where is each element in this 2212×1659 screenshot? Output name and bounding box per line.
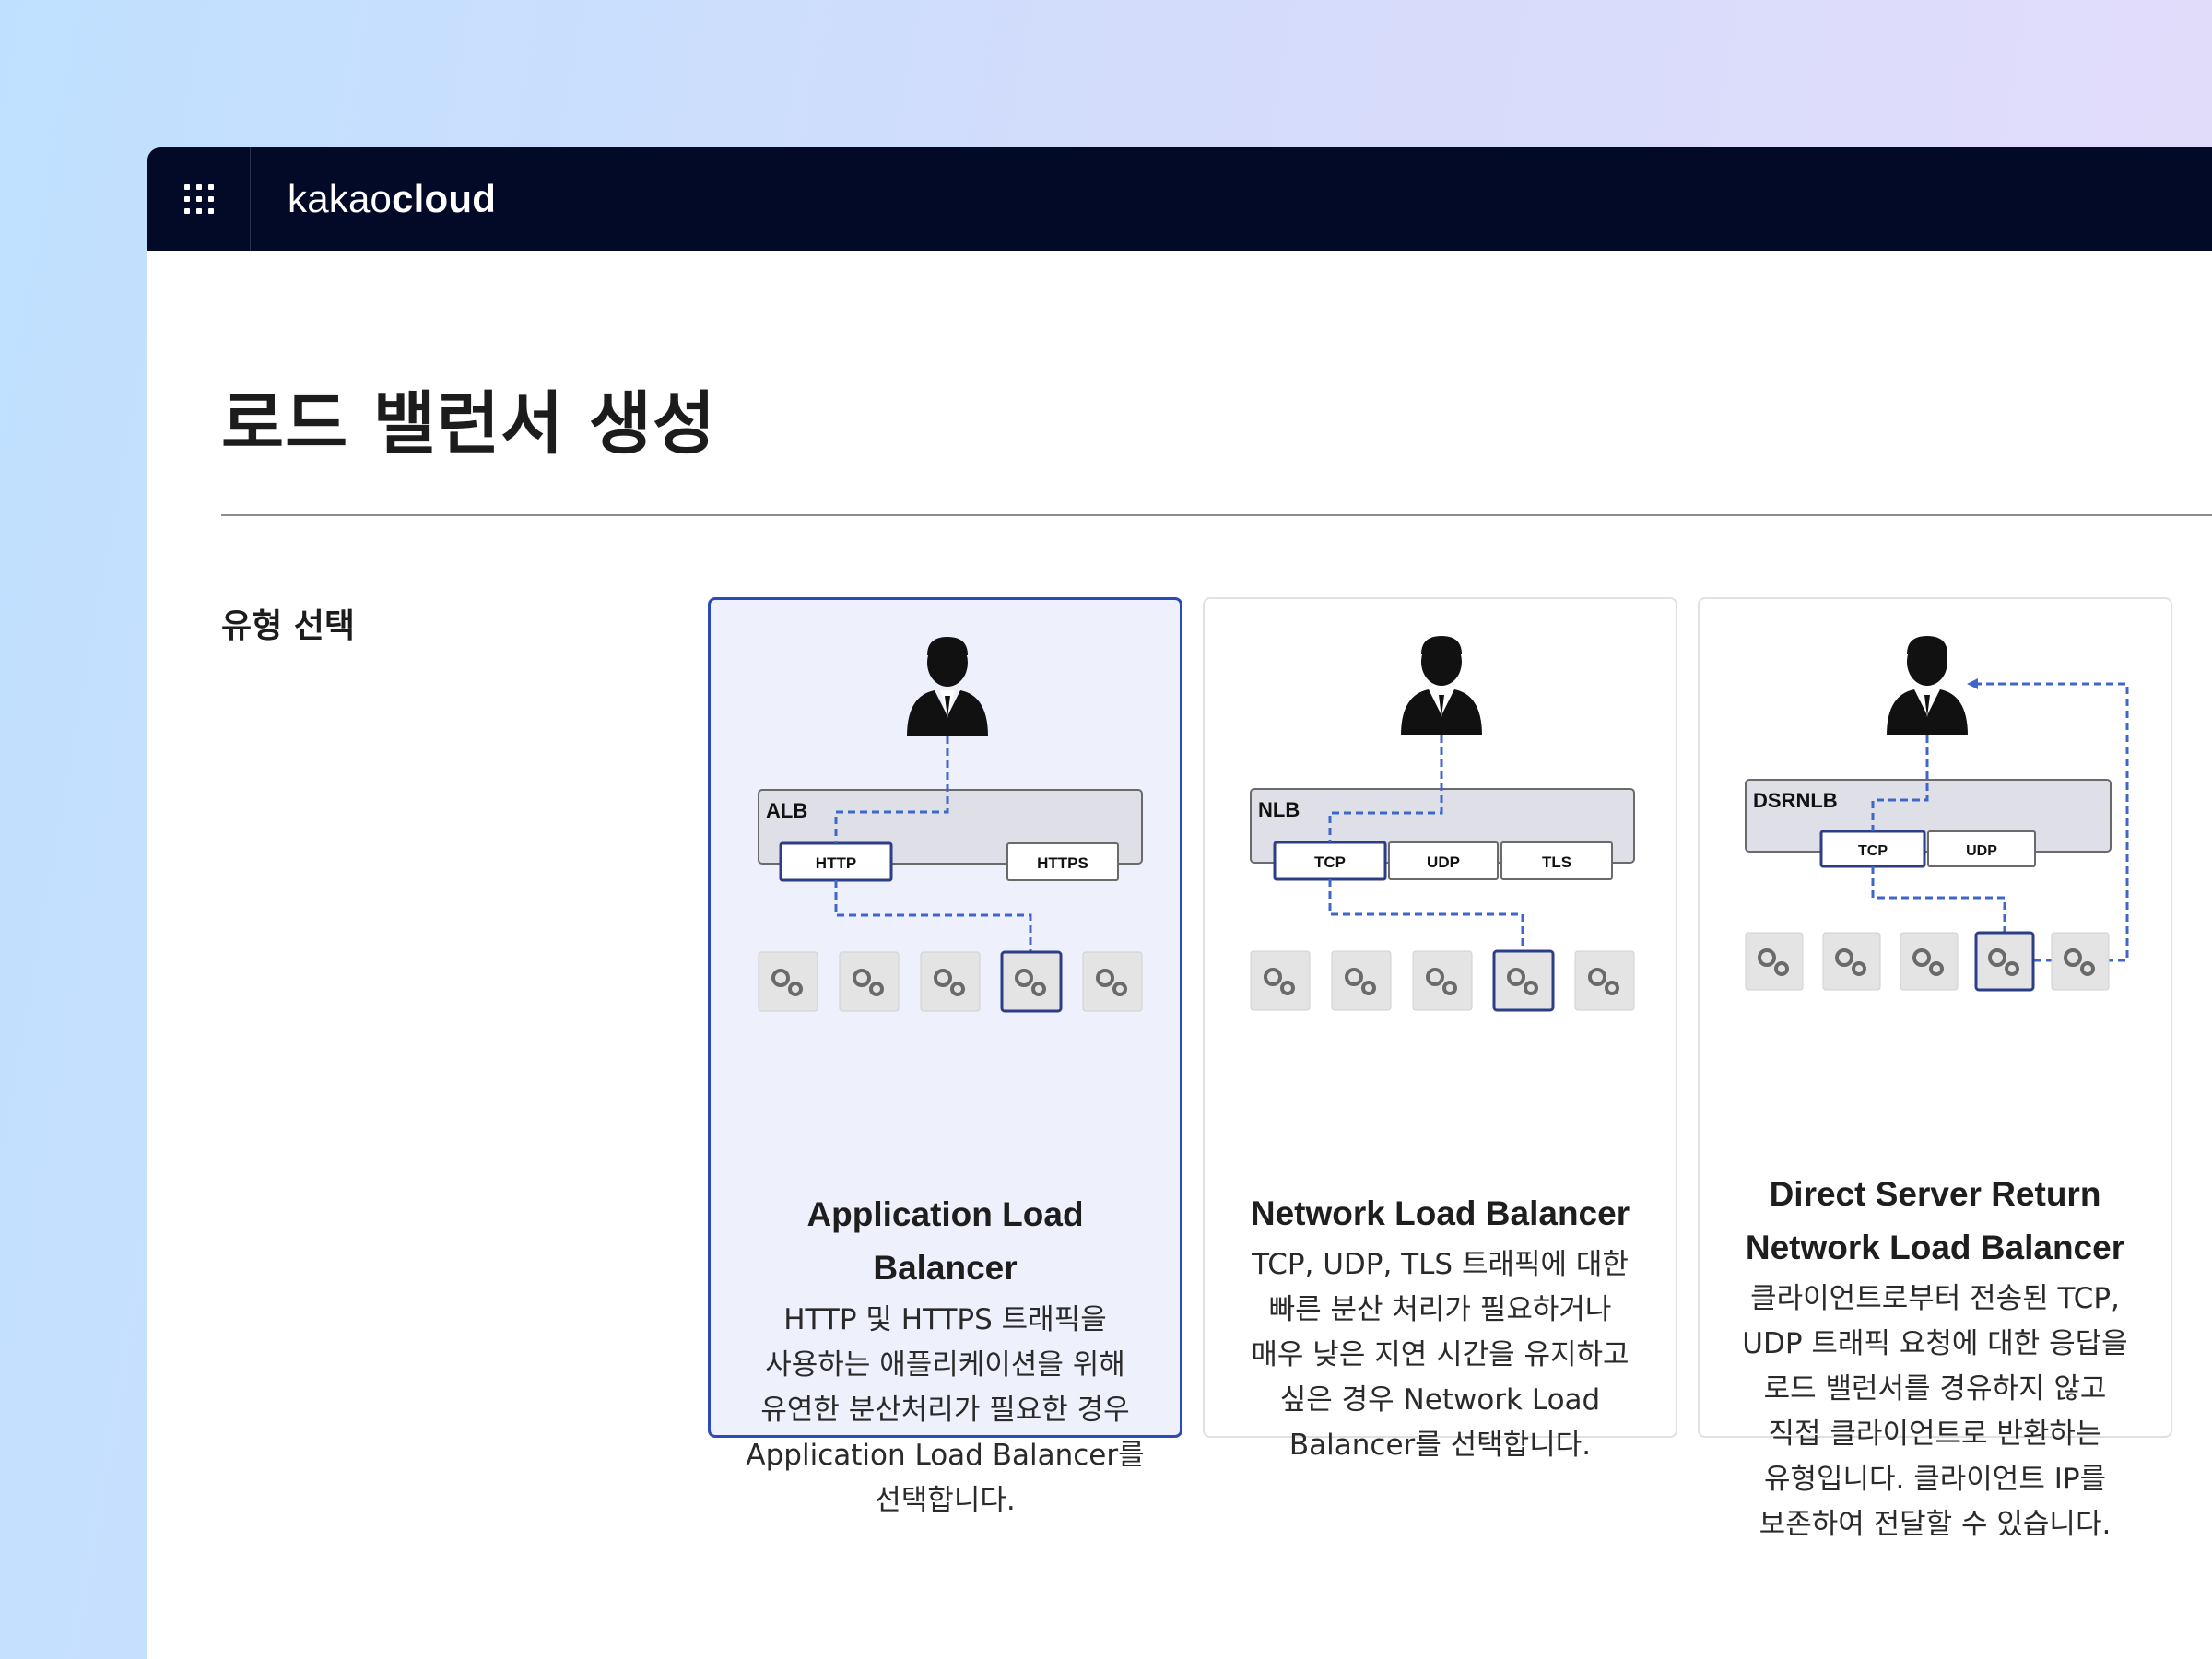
dsrnlb-card-description: 클라이언트로부터 전송된 TCP, UDP 트래픽 요청에 대한 응답을 로드 …: [1742, 1282, 2128, 1541]
grid-menu-icon: [183, 184, 214, 214]
client-user-icon: [1887, 636, 1968, 735]
dsrnlb-architecture-diagram: DSRNLB TCP UDP: [1745, 636, 2129, 992]
alb-architecture-diagram: ALB HTTP HTTPS: [758, 637, 1143, 1013]
nlb-badge: NLB: [1258, 798, 1300, 821]
dsrnlb-card-title: Direct Server Return Network Load Balanc…: [1745, 1175, 2125, 1266]
alb-type-card[interactable]: ALB HTTP HTTPS Application Load Balancer…: [708, 597, 1182, 1517]
backend-server-icons: [758, 950, 1143, 1013]
nlb-type-card[interactable]: NLB TCP UDP TLS Network Load Balancer TC…: [1203, 597, 1677, 1462]
udp-protocol-label: UDP: [1427, 853, 1460, 871]
alb-card-title: Application Load Balancer: [806, 1195, 1084, 1287]
udp-protocol-label: UDP: [1966, 843, 1997, 859]
tcp-protocol-label: TCP: [1858, 843, 1888, 859]
page-title: 로드 밸런서 생성: [221, 384, 717, 464]
https-protocol-label: HTTPS: [1037, 854, 1088, 872]
dsrnlb-badge: DSRNLB: [1753, 789, 1838, 812]
type-selection-label: 유형 선택: [221, 607, 356, 645]
app-launcher-button[interactable]: [147, 147, 251, 251]
nlb-architecture-diagram: NLB TCP UDP TLS: [1250, 636, 1635, 1012]
brand-logo[interactable]: kakaocloud: [288, 177, 496, 221]
title-divider: [221, 514, 2212, 516]
nlb-card-title: Network Load Balancer: [1250, 1194, 1630, 1232]
http-protocol-label: HTTP: [816, 854, 856, 872]
alb-badge: ALB: [766, 799, 807, 822]
client-user-icon: [1401, 636, 1482, 735]
tcp-protocol-label: TCP: [1314, 853, 1346, 871]
backend-server-icons: [1250, 949, 1635, 1012]
backend-server-icons: [1745, 931, 2110, 992]
tls-protocol-label: TLS: [1542, 853, 1571, 871]
alb-card-description: HTTP 및 HTTPS 트래픽을 사용하는 애플리케이션을 위해 유연한 분산…: [746, 1303, 1145, 1517]
return-arrow-icon: [1967, 678, 1978, 689]
console-window: kakaocloud 로드 밸런서 생성 유형 선택 ALB HTTP HTTP…: [147, 147, 2212, 1659]
nlb-card-description: TCP, UDP, TLS 트래픽에 대한 빠른 분산 처리가 필요하거나 매우…: [1251, 1248, 1630, 1462]
top-navigation-bar: kakaocloud: [147, 147, 2212, 251]
client-user-icon: [907, 637, 988, 736]
dsrnlb-type-card[interactable]: DSRNLB TCP UDP Direct Server Return Netw…: [1698, 597, 2172, 1541]
